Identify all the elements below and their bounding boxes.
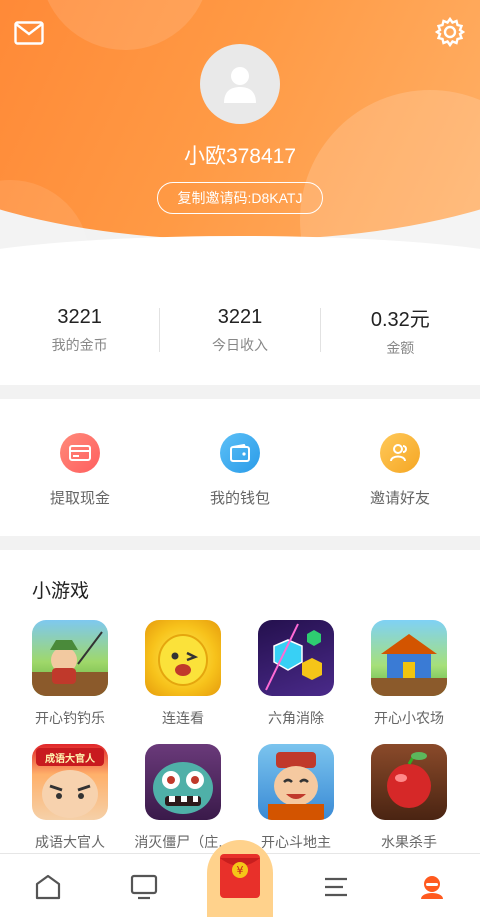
fishing-game-icon (32, 620, 108, 696)
red-envelope-icon: ¥ (220, 854, 260, 898)
game-name: 开心钓钓乐 (35, 711, 105, 727)
game-item[interactable]: 开心斗地主 (241, 744, 351, 852)
zombie-game-icon (145, 744, 221, 820)
game-item[interactable]: 消灭僵尸（庄... (128, 744, 238, 852)
mini-games-section: 小游戏 开心钓钓乐 连连看 六角消除 开心小农场 成语大官人 成语大官人 消灭僵… (0, 550, 480, 853)
gear-icon[interactable] (434, 16, 466, 48)
game-name: 成语大官人 (35, 835, 105, 851)
landlord-game-icon (258, 744, 334, 820)
user-icon (224, 67, 256, 103)
action-label: 我的钱包 (209, 489, 270, 507)
invite-friends-button[interactable]: 邀请好友 (320, 399, 480, 536)
my-wallet-button[interactable]: 我的钱包 (160, 399, 320, 536)
header-curve (0, 236, 480, 275)
stat-label: 我的金币 (51, 337, 108, 354)
game-badge: 成语大官人 (45, 754, 95, 765)
withdraw-cash-button[interactable]: 提取现金 (0, 399, 160, 536)
game-item[interactable]: 水果杀手 (354, 744, 464, 852)
stat-label: 今日收入 (211, 337, 268, 354)
action-label: 提取现金 (49, 489, 110, 507)
link-match-game-icon (145, 620, 221, 696)
stat-value: 3221 (57, 305, 102, 328)
copy-invite-code-button[interactable]: 复制邀请码:D8KATJ (157, 182, 323, 214)
game-item[interactable]: 开心钓钓乐 (15, 620, 125, 728)
tv-icon[interactable] (129, 872, 159, 902)
hexagon-game-icon (258, 620, 334, 696)
game-item[interactable]: 开心小农场 (354, 620, 464, 728)
game-item[interactable]: 连连看 (128, 620, 238, 728)
stat-amount[interactable]: 0.32元 金额 (321, 303, 480, 358)
card-icon (60, 433, 100, 473)
section-title: 小游戏 (32, 580, 90, 602)
game-name: 水果杀手 (381, 835, 437, 851)
stats-row: 3221 我的金币 3221 今日收入 0.32元 金额 (0, 275, 480, 385)
action-label: 邀请好友 (369, 489, 430, 507)
actions-row: 提取现金 我的钱包 邀请好友 (0, 399, 480, 536)
yuan-symbol: ¥ (237, 864, 244, 877)
stat-label: 金额 (386, 340, 415, 357)
wallet-icon (220, 433, 260, 473)
idiom-game-icon: 成语大官人 (32, 744, 108, 820)
fruit-game-icon (371, 744, 447, 820)
profile-icon[interactable] (417, 872, 447, 902)
stat-value: 3221 (217, 305, 263, 328)
stat-today-income[interactable]: 3221 今日收入 (160, 306, 319, 355)
username: 小欧378417 (183, 145, 297, 168)
farm-game-icon (371, 620, 447, 696)
profile-header: 小欧378417 复制邀请码:D8KATJ (0, 0, 480, 275)
avatar[interactable] (200, 44, 280, 124)
stat-value: 0.32元 (370, 308, 430, 331)
mail-icon[interactable] (14, 21, 44, 45)
game-name: 连连看 (162, 711, 204, 727)
game-item[interactable]: 成语大官人 成语大官人 (15, 744, 125, 852)
game-name: 六角消除 (268, 711, 324, 727)
friends-icon (380, 433, 420, 473)
list-icon[interactable] (321, 872, 351, 902)
home-icon[interactable] (33, 872, 63, 902)
game-name: 开心小农场 (374, 711, 444, 727)
red-envelope-button[interactable]: ¥ (207, 840, 273, 917)
game-item[interactable]: 六角消除 (241, 620, 351, 728)
stat-coins[interactable]: 3221 我的金币 (0, 306, 159, 355)
